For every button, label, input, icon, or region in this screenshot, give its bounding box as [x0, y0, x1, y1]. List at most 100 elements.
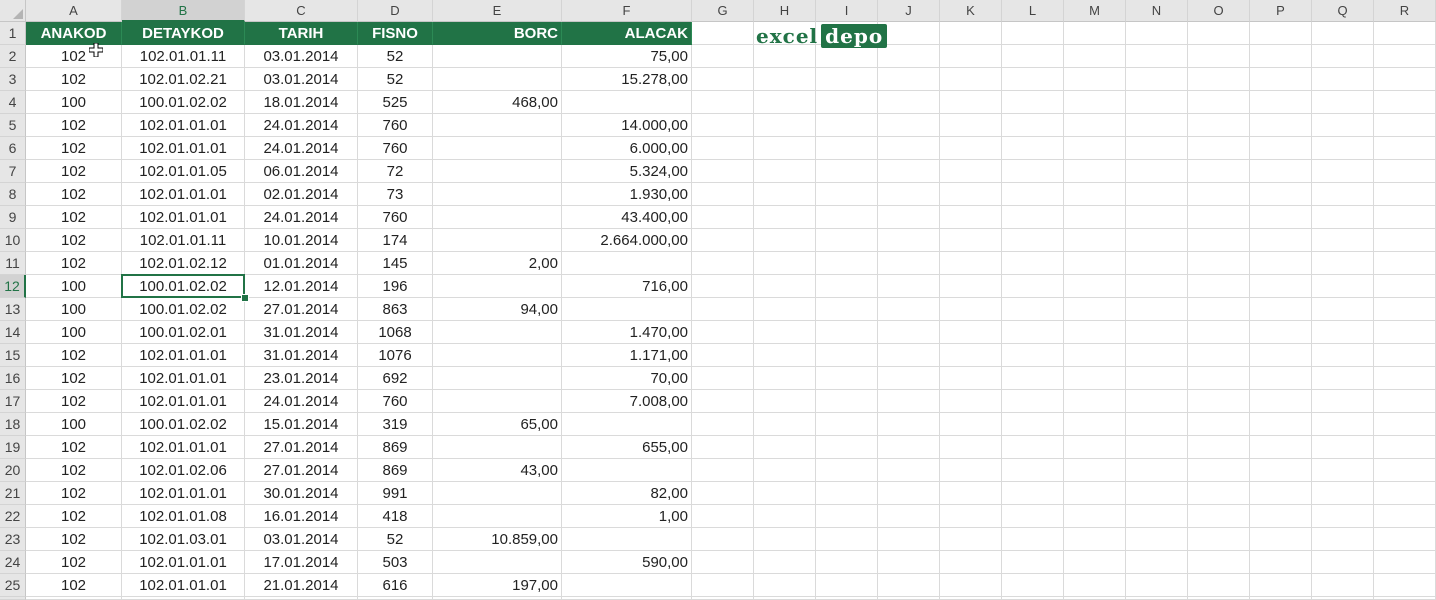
grid-cell[interactable]	[1064, 482, 1126, 505]
grid-cell[interactable]	[1064, 229, 1126, 252]
grid-cell[interactable]	[1312, 22, 1374, 45]
grid-cell[interactable]	[940, 367, 1002, 390]
grid-cell[interactable]: 616	[358, 574, 433, 597]
grid-cell[interactable]	[1250, 22, 1312, 45]
grid-cell[interactable]: 196	[358, 275, 433, 298]
column-header-r[interactable]: R	[1374, 0, 1436, 22]
grid-cell[interactable]: 102	[26, 252, 122, 275]
spreadsheet-grid[interactable]: A B C D E F G H I J K L M N O P Q R 1 ANAKOD DETAYKOD TARIH FI…	[0, 0, 1436, 600]
grid-cell[interactable]	[1374, 344, 1436, 367]
grid-cell[interactable]: 1,00	[562, 505, 692, 528]
grid-cell[interactable]	[878, 91, 940, 114]
row-header-6[interactable]: 6	[0, 137, 26, 160]
grid-cell[interactable]	[1064, 551, 1126, 574]
grid-cell[interactable]	[1002, 252, 1064, 275]
grid-cell[interactable]: 102	[26, 206, 122, 229]
grid-cell[interactable]	[1312, 459, 1374, 482]
grid-cell[interactable]	[1312, 91, 1374, 114]
grid-cell[interactable]	[692, 436, 754, 459]
grid-cell[interactable]	[816, 183, 878, 206]
grid-cell[interactable]	[433, 436, 562, 459]
grid-cell[interactable]	[1374, 505, 1436, 528]
grid-cell[interactable]: 102	[26, 390, 122, 413]
grid-cell[interactable]: 102.01.01.01	[122, 390, 245, 413]
grid-cell[interactable]: 12.01.2014	[245, 275, 358, 298]
row-header-25[interactable]: 25	[0, 574, 26, 597]
grid-cell[interactable]	[1002, 413, 1064, 436]
grid-cell[interactable]	[1250, 413, 1312, 436]
grid-cell[interactable]	[1374, 413, 1436, 436]
grid-cell[interactable]	[940, 390, 1002, 413]
grid-cell[interactable]: 100	[26, 298, 122, 321]
grid-cell[interactable]	[562, 91, 692, 114]
grid-cell[interactable]	[1002, 229, 1064, 252]
grid-cell[interactable]	[1374, 275, 1436, 298]
grid-cell[interactable]	[1002, 91, 1064, 114]
grid-cell[interactable]: 01.01.2014	[245, 252, 358, 275]
header-cell[interactable]: ANAKOD	[26, 22, 122, 45]
grid-cell[interactable]: 197,00	[433, 574, 562, 597]
grid-cell[interactable]: 18.01.2014	[245, 91, 358, 114]
grid-cell[interactable]	[1250, 436, 1312, 459]
grid-cell[interactable]: 82,00	[562, 482, 692, 505]
grid-cell[interactable]: 102.01.01.01	[122, 183, 245, 206]
grid-cell[interactable]	[1374, 436, 1436, 459]
grid-cell[interactable]: 30.01.2014	[245, 482, 358, 505]
column-header-a[interactable]: A	[26, 0, 122, 22]
grid-cell[interactable]: 27.01.2014	[245, 459, 358, 482]
grid-cell[interactable]	[692, 551, 754, 574]
grid-cell[interactable]	[692, 367, 754, 390]
grid-cell[interactable]	[1250, 367, 1312, 390]
grid-cell[interactable]: 100.01.02.01	[122, 321, 245, 344]
grid-cell[interactable]: 03.01.2014	[245, 528, 358, 551]
grid-cell[interactable]	[878, 183, 940, 206]
grid-cell[interactable]	[1250, 344, 1312, 367]
grid-cell[interactable]	[1188, 275, 1250, 298]
grid-cell[interactable]	[878, 390, 940, 413]
row-header-12[interactable]: 12	[0, 275, 26, 298]
grid-cell[interactable]	[1250, 114, 1312, 137]
grid-cell[interactable]	[1374, 367, 1436, 390]
grid-cell[interactable]: 102.01.01.05	[122, 160, 245, 183]
row-header-19[interactable]: 19	[0, 436, 26, 459]
grid-cell[interactable]: 24.01.2014	[245, 390, 358, 413]
grid-cell[interactable]	[562, 298, 692, 321]
column-header-d[interactable]: D	[358, 0, 433, 22]
grid-cell[interactable]	[1250, 551, 1312, 574]
grid-cell[interactable]	[816, 206, 878, 229]
grid-cell[interactable]: 100.01.02.02	[122, 275, 245, 298]
grid-cell[interactable]	[754, 91, 816, 114]
grid-cell[interactable]	[1126, 68, 1188, 91]
grid-cell[interactable]	[816, 45, 878, 68]
grid-cell[interactable]	[878, 574, 940, 597]
grid-cell[interactable]	[433, 367, 562, 390]
grid-cell[interactable]	[816, 160, 878, 183]
grid-cell[interactable]	[1002, 160, 1064, 183]
grid-cell[interactable]	[433, 229, 562, 252]
grid-cell[interactable]	[1126, 298, 1188, 321]
grid-cell[interactable]	[1064, 528, 1126, 551]
grid-cell[interactable]	[754, 390, 816, 413]
grid-cell[interactable]	[1188, 321, 1250, 344]
grid-cell[interactable]	[940, 298, 1002, 321]
grid-cell[interactable]	[1312, 551, 1374, 574]
row-header-22[interactable]: 22	[0, 505, 26, 528]
grid-cell[interactable]	[433, 551, 562, 574]
grid-cell[interactable]: 16.01.2014	[245, 505, 358, 528]
grid-cell[interactable]	[878, 505, 940, 528]
grid-cell[interactable]	[816, 114, 878, 137]
grid-cell[interactable]	[940, 22, 1002, 45]
grid-cell[interactable]: 03.01.2014	[245, 45, 358, 68]
grid-cell[interactable]	[1064, 436, 1126, 459]
grid-cell[interactable]	[1374, 68, 1436, 91]
row-header-23[interactable]: 23	[0, 528, 26, 551]
grid-cell[interactable]: 100	[26, 91, 122, 114]
grid-cell[interactable]	[1374, 298, 1436, 321]
grid-cell[interactable]	[878, 344, 940, 367]
grid-cell[interactable]	[1250, 183, 1312, 206]
grid-cell[interactable]	[816, 505, 878, 528]
column-header-k[interactable]: K	[940, 0, 1002, 22]
grid-cell[interactable]	[433, 390, 562, 413]
grid-cell[interactable]	[1250, 45, 1312, 68]
grid-cell[interactable]: 102.01.01.01	[122, 367, 245, 390]
